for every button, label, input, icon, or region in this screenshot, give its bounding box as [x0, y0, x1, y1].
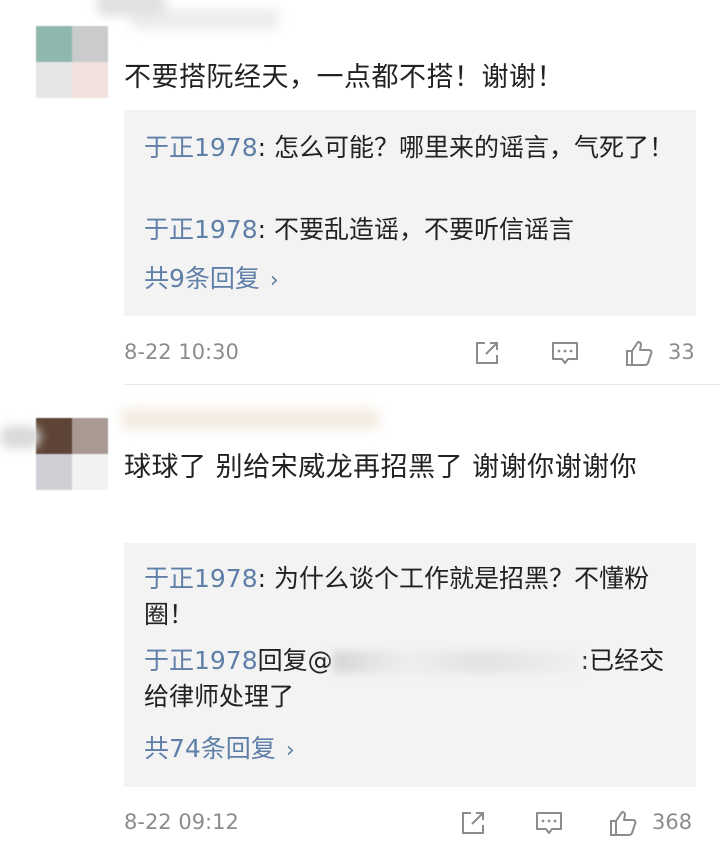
reply-text: : 怎么可能？哪里来的谣言，气死了！ [257, 133, 674, 162]
username-redacted [0, 426, 40, 448]
reply-item: 于正1978: 怎么可能？哪里来的谣言，气死了！ [144, 130, 676, 166]
comment-item: 不要搭阮经天，一点都不搭！谢谢！ 于正1978: 怎么可能？哪里来的谣言，气死了… [0, 0, 720, 385]
divider [124, 384, 720, 385]
mention-redacted [332, 651, 581, 673]
username-redacted [120, 408, 380, 430]
more-replies-link[interactable]: 共9条回复 › [144, 261, 279, 299]
more-replies-label: 共74条回复 [144, 734, 276, 763]
reply-item: 于正1978回复@:已经交给律师处理了 [144, 643, 676, 715]
more-replies-link[interactable]: 共74条回复 › [144, 731, 295, 769]
comment-meta: 8-22 09:12 368 [124, 804, 696, 844]
chevron-right-icon: › [285, 738, 295, 763]
like-icon[interactable] [624, 338, 654, 368]
reply-author[interactable]: 于正1978 [144, 215, 258, 244]
share-icon[interactable] [472, 338, 502, 368]
comment-icon[interactable] [534, 808, 564, 838]
timestamp: 8-22 09:12 [124, 810, 239, 834]
comment-meta: 8-22 10:30 33 [124, 334, 696, 374]
reply-author[interactable]: 于正1978 [144, 133, 258, 162]
timestamp: 8-22 10:30 [124, 340, 239, 364]
chevron-right-icon: › [269, 268, 279, 293]
replies-box[interactable]: 于正1978: 为什么谈个工作就是招黑？不懂粉圈！ 于正1978回复@:已经交给… [124, 543, 696, 787]
replies-box[interactable]: 于正1978: 怎么可能？哪里来的谣言，气死了！ 于正1978: 不要乱造谣，不… [124, 110, 696, 316]
reply-item: 于正1978: 不要乱造谣，不要听信谣言 [144, 212, 676, 248]
comment-text: 球球了 别给宋威龙再招黑了 谢谢你谢谢你 [124, 452, 638, 483]
comment-item: 球球了 别给宋威龙再招黑了 谢谢你谢谢你 于正1978: 为什么谈个工作就是招黑… [0, 386, 720, 856]
avatar[interactable] [36, 26, 108, 98]
comment-text: 不要搭阮经天，一点都不搭！谢谢！ [124, 62, 564, 93]
reply-text: : 不要乱造谣，不要听信谣言 [257, 215, 574, 244]
reply-author[interactable]: 于正1978 [144, 564, 258, 593]
reply-item: 于正1978: 为什么谈个工作就是招黑？不懂粉圈！ [144, 561, 676, 633]
like-count: 368 [652, 810, 693, 834]
like-count: 33 [668, 340, 695, 364]
avatar[interactable] [36, 418, 108, 490]
username-redacted [96, 0, 166, 16]
reply-author[interactable]: 于正1978 [144, 646, 258, 675]
comment-icon[interactable] [550, 338, 580, 368]
share-icon[interactable] [458, 808, 488, 838]
more-replies-label: 共9条回复 [144, 264, 260, 293]
like-icon[interactable] [608, 808, 638, 838]
reply-mention[interactable]: 回复@ [258, 646, 333, 675]
